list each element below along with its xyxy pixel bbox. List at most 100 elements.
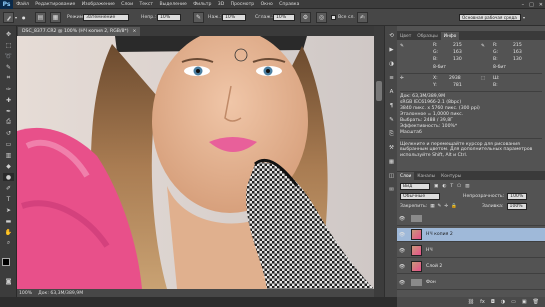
properties-icon[interactable]: ≡ [387, 74, 396, 82]
move-tool-icon[interactable]: ✥ [3, 30, 14, 38]
crop-tool-icon[interactable]: ⌗ [3, 74, 14, 82]
menu-item[interactable]: Окно [257, 2, 276, 7]
canvas-scrollbar[interactable] [374, 26, 384, 297]
folder-icon[interactable]: ▭ [511, 299, 516, 305]
filter-type-icon[interactable]: T [450, 184, 453, 189]
blur-tool-icon[interactable]: ◆ [3, 162, 14, 170]
eraser-tool-icon[interactable]: ▭ [3, 140, 14, 148]
lasso-tool-icon[interactable]: ➰ [3, 52, 14, 60]
layer-opacity-field[interactable]: 100% [507, 193, 528, 200]
document-canvas[interactable] [17, 36, 374, 289]
opacity-field[interactable]: 10% [157, 12, 181, 23]
document-tab[interactable]: DSC_8377.CR2 @ 100% (НЧ копия 2, RGB/8*)… [18, 27, 141, 36]
airbrush-toggle[interactable]: ✎ [193, 12, 204, 23]
visibility-eye-icon[interactable]: 👁 [397, 264, 407, 270]
visibility-eye-icon[interactable]: 👁 [397, 216, 407, 222]
link-icon[interactable]: ⛓ [468, 299, 474, 305]
brush-tool-icon[interactable]: ✒ [3, 107, 14, 115]
character-icon[interactable]: A [387, 88, 396, 96]
scrollbar-thumb[interactable] [376, 81, 382, 101]
adjustments-icon[interactable]: ◑ [387, 60, 396, 68]
layer-kind-select[interactable]: Вид [400, 183, 430, 190]
pen-tool-icon[interactable]: ✐ [3, 184, 14, 192]
tool-presets-icon[interactable]: ⚒ [387, 144, 396, 152]
flow-field[interactable]: 10% [222, 12, 246, 23]
brush-preset-icon[interactable]: ✎ [387, 116, 396, 124]
layer-row[interactable]: 👁 НЧ копия 2 [397, 228, 545, 242]
adjustment-icon[interactable]: ◑ [501, 299, 505, 305]
menu-item[interactable]: Редактирование [32, 2, 78, 7]
healing-brush-tool-icon[interactable]: ✚ [3, 96, 14, 104]
swatches-icon[interactable]: ▦ [387, 158, 396, 166]
lock-paint-icon[interactable]: ✎ [438, 204, 442, 209]
menu-item[interactable]: Изображение [79, 2, 118, 7]
menu-item[interactable]: Фильтр [190, 2, 215, 7]
foreground-color-swatch[interactable] [2, 258, 10, 266]
maximize-button[interactable]: □ [529, 2, 534, 8]
clone-source-icon[interactable]: ⎘ [387, 130, 396, 138]
close-button[interactable]: ✕ [539, 2, 543, 8]
menu-item[interactable]: Слои [118, 2, 136, 7]
menu-item[interactable]: Справка [276, 2, 303, 7]
new-layer-icon[interactable]: ▣ [522, 299, 527, 305]
quick-mask-icon[interactable]: ◙ [3, 278, 14, 286]
tab-info_panel-0[interactable]: Цвет [397, 32, 414, 40]
menu-item[interactable]: Текст [136, 2, 156, 7]
layer-comps-icon[interactable]: ◫ [387, 172, 396, 180]
fill-field[interactable]: 100% [506, 203, 527, 210]
brush-panel-toggle[interactable]: ▤ [35, 12, 46, 23]
path-select-tool-icon[interactable]: ➤ [3, 206, 14, 214]
blend-mode-select[interactable]: Обычные [400, 193, 440, 200]
close-tab-icon[interactable]: × [133, 29, 137, 34]
lock-move-icon[interactable]: ✛ [444, 204, 448, 209]
lock-all-icon[interactable]: 🔒 [451, 204, 457, 209]
hand-tool-icon[interactable]: ✋ [3, 228, 14, 236]
smooth-field[interactable]: 10% [273, 12, 295, 23]
shape-tool-icon[interactable]: ▬ [3, 217, 14, 225]
quick-select-tool-icon[interactable]: ✎ [3, 63, 14, 71]
layer-row[interactable]: 👁 НЧ [397, 244, 545, 258]
zoom-level[interactable]: 100% [19, 291, 32, 296]
workspace-select[interactable]: Основная рабочая среда ▾ [459, 12, 525, 23]
menu-item[interactable]: Файл [13, 2, 32, 7]
lock-transparency-icon[interactable]: ▦ [430, 204, 434, 209]
brush-size-picker[interactable]: ● [22, 12, 26, 23]
menu-item[interactable]: Выделение [156, 2, 190, 7]
mask-icon[interactable]: ◘ [491, 299, 495, 305]
burn-tool-icon[interactable]: ● [3, 173, 14, 181]
pressure-size-toggle[interactable]: ◎ [316, 12, 327, 23]
tab-info_panel-1[interactable]: Образцы [414, 32, 440, 40]
menu-item[interactable]: Просмотр [227, 2, 257, 7]
filter-shape-icon[interactable]: ⬠ [457, 184, 461, 189]
zoom-tool-icon[interactable]: ⌕ [3, 239, 14, 247]
tool-preset-picker[interactable]: ▾ [3, 12, 17, 23]
filter-adjustment-icon[interactable]: ◐ [442, 184, 446, 189]
notes-icon[interactable]: ✉ [387, 186, 396, 194]
tab-info_panel-2[interactable]: Инфо [440, 32, 460, 40]
tab-layers_panel-0[interactable]: Слои [397, 172, 415, 180]
filter-pixel-icon[interactable]: ▣ [434, 184, 438, 189]
history-icon[interactable]: ⟲ [387, 32, 396, 40]
tab-layers_panel-1[interactable]: Каналы [414, 172, 438, 180]
pressure-opacity-toggle[interactable]: ✍ [357, 12, 368, 23]
all-layers-checkbox[interactable]: Все сл. [331, 12, 355, 23]
layer-row[interactable]: 👁 Слой 2 [397, 260, 545, 274]
eyedropper-tool-icon[interactable]: ✑ [3, 85, 14, 93]
gradient-tool-icon[interactable]: ▥ [3, 151, 14, 159]
menu-item[interactable]: 3D [215, 2, 228, 7]
layer-row[interactable]: 👁 Фон [397, 276, 545, 290]
type-tool-icon[interactable]: T [3, 195, 14, 203]
minimize-button[interactable]: – [522, 2, 525, 8]
fx-icon[interactable]: fx [480, 299, 485, 305]
visibility-eye-icon[interactable]: 👁 [397, 232, 407, 238]
history-brush-tool-icon[interactable]: ↺ [3, 129, 14, 137]
trash-icon[interactable]: 🗑 [533, 299, 539, 305]
smoothing-settings-button[interactable]: ⚙ [300, 12, 311, 23]
visibility-eye-icon[interactable]: 👁 [397, 248, 407, 254]
brush-settings-toggle[interactable]: ▦ [50, 12, 61, 23]
layer-row[interactable]: 👁 [397, 212, 545, 226]
actions-icon[interactable]: ▶ [387, 46, 396, 54]
tab-layers_panel-2[interactable]: Контуры [438, 172, 464, 180]
visibility-eye-icon[interactable]: 👁 [397, 280, 407, 286]
mode-select[interactable]: Затемнение [83, 12, 129, 23]
